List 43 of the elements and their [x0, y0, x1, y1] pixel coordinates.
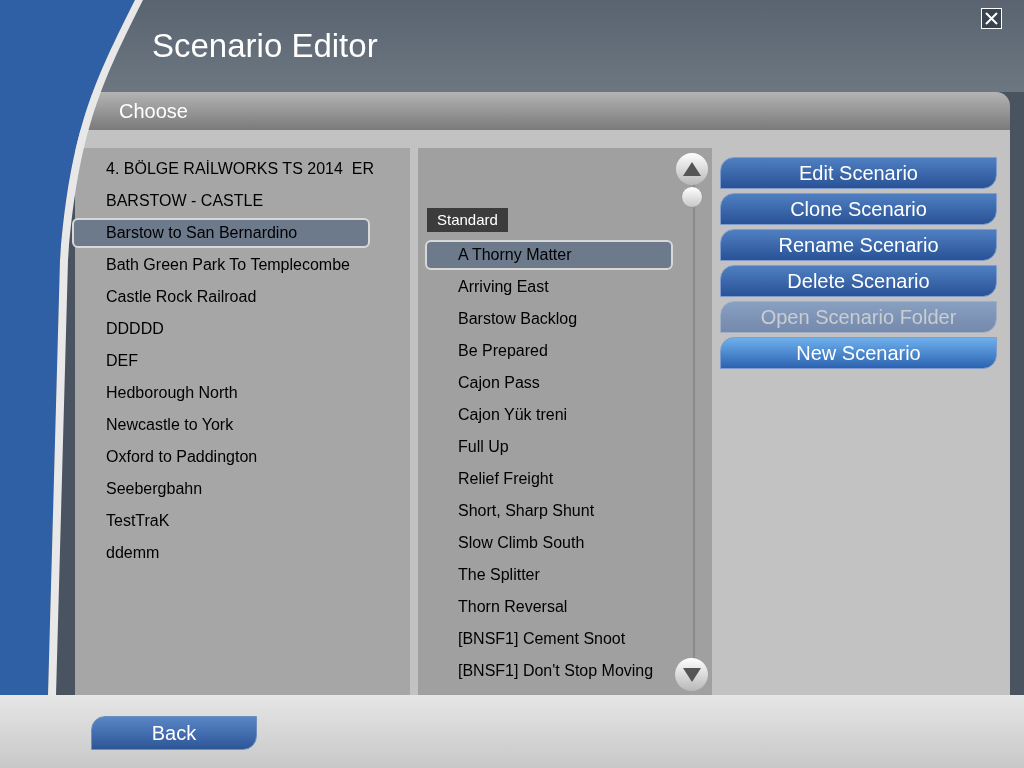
- action-button[interactable]: Delete Scenario: [720, 265, 997, 297]
- scenario-item[interactable]: The Splitter: [425, 559, 674, 591]
- route-item[interactable]: BARSTOW - CASTLE: [106, 185, 264, 217]
- scenario-item[interactable]: Cajon Yük treni: [425, 399, 674, 431]
- scenario-item[interactable]: Arriving East: [425, 271, 674, 303]
- scenario-item[interactable]: Cajon Pass: [425, 367, 674, 399]
- back-button[interactable]: Back: [91, 716, 257, 750]
- route-item[interactable]: Barstow to San Bernardino: [72, 218, 370, 248]
- scroll-down-button[interactable]: [675, 658, 708, 691]
- close-button[interactable]: [981, 8, 1002, 29]
- window-title: Scenario Editor: [152, 26, 378, 66]
- section-title: Choose: [119, 99, 188, 124]
- group-header: Standard: [427, 208, 508, 232]
- route-item[interactable]: 4. BÖLGE RAİLWORKS TS 2014 ER: [106, 153, 374, 185]
- scenario-item[interactable]: Barstow Backlog: [425, 303, 674, 335]
- action-button[interactable]: New Scenario: [720, 337, 997, 369]
- scenario-item[interactable]: Slow Climb South: [425, 527, 674, 559]
- route-item[interactable]: DDDDD: [106, 313, 164, 345]
- close-icon: [984, 11, 999, 26]
- scenario-item[interactable]: A Thorny Matter: [425, 240, 673, 270]
- scenario-item[interactable]: [BNSF1] Don't Stop Moving: [425, 655, 674, 687]
- route-item[interactable]: Oxford to Paddington: [106, 441, 258, 473]
- route-item[interactable]: ddemm: [106, 537, 160, 569]
- scenario-item[interactable]: Full Up: [425, 431, 674, 463]
- action-button[interactable]: Rename Scenario: [720, 229, 997, 261]
- route-item[interactable]: Bath Green Park To Templecombe: [106, 249, 350, 281]
- route-item[interactable]: TestTraK: [106, 505, 170, 537]
- scenario-item[interactable]: Short, Sharp Shunt: [425, 495, 674, 527]
- scenario-item[interactable]: Be Prepared: [425, 335, 674, 367]
- up-arrow-icon: [683, 162, 701, 176]
- route-item[interactable]: Castle Rock Railroad: [106, 281, 257, 313]
- route-item[interactable]: DEF: [106, 345, 138, 377]
- route-item[interactable]: Hedborough North: [106, 377, 238, 409]
- scenario-item[interactable]: [BNSF1] Cement Snoot: [425, 623, 674, 655]
- route-item[interactable]: Newcastle to York: [106, 409, 234, 441]
- action-button[interactable]: Clone Scenario: [720, 193, 997, 225]
- route-item[interactable]: Seebergbahn: [106, 473, 203, 505]
- scenario-item[interactable]: Thorn Reversal: [425, 591, 674, 623]
- scroll-up-button[interactable]: [676, 153, 708, 185]
- scenario-item[interactable]: Relief Freight: [425, 463, 674, 495]
- action-button[interactable]: Edit Scenario: [720, 157, 997, 189]
- scroll-thumb[interactable]: [681, 186, 703, 208]
- down-arrow-icon: [682, 667, 701, 682]
